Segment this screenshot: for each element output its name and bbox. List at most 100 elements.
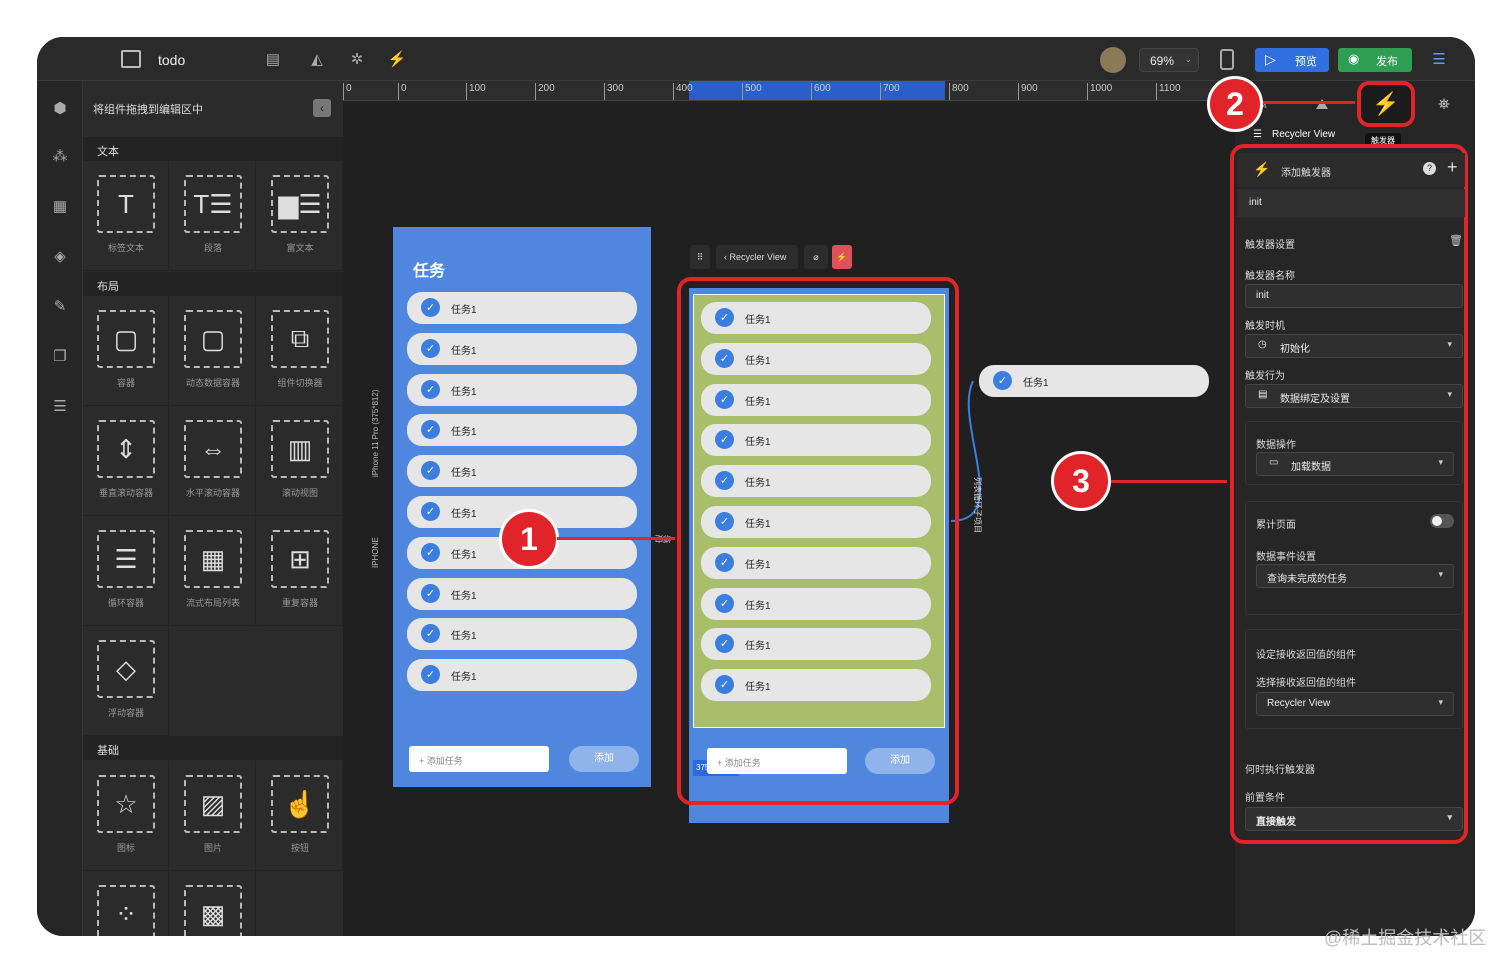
trigger-tab-init[interactable]: init	[1237, 189, 1465, 217]
trigger-settings-label: 触发器设置	[1245, 240, 1295, 251]
publish-button[interactable]: ◉ 发布	[1338, 48, 1412, 72]
hide-icon[interactable]: ⌀	[804, 245, 828, 269]
trigger-name-label: 触发器名称	[1245, 271, 1295, 282]
precondition-select[interactable]: 直接触发 ▾	[1245, 807, 1463, 831]
component-rich-text[interactable]: ▆☰ 富文本	[257, 161, 343, 271]
chevron-down-icon: ⌄	[1184, 54, 1192, 64]
data-op-select[interactable]: ▭ 加载数据 ▾	[1256, 452, 1454, 476]
components-icon[interactable]: ⁂	[49, 145, 71, 167]
plugin-icon[interactable]: ✲	[347, 49, 367, 69]
pin-icon[interactable]: ✎	[49, 295, 71, 317]
add-task-input[interactable]: + 添加任务	[409, 746, 549, 772]
component-button[interactable]: ☝ 按钮	[257, 761, 343, 871]
timing-select[interactable]: ◷ 初始化 ▾	[1245, 334, 1463, 358]
check-icon[interactable]: ✓	[421, 298, 440, 317]
grid-icon[interactable]: ▦	[49, 195, 71, 217]
component-loop-container[interactable]: ☰ 循环容器	[83, 516, 169, 626]
component-dynamic-container[interactable]: ▢ 动态数据容器	[170, 296, 256, 406]
ruler-tick: 800	[949, 83, 969, 100]
task-item[interactable]: ✓ 任务1	[407, 292, 637, 324]
help-icon[interactable]: ?	[1423, 162, 1436, 175]
collapse-panel-button[interactable]: ‹	[313, 99, 331, 117]
task-label: 任务1	[451, 386, 477, 398]
check-icon[interactable]: ✓	[421, 502, 440, 521]
trigger-name-input[interactable]: init	[1245, 284, 1463, 308]
component-flow-list[interactable]: ▦ 流式布局列表	[170, 516, 256, 626]
flash-icon[interactable]: ⚡	[387, 49, 407, 69]
check-icon[interactable]: ✓	[421, 338, 440, 358]
qrcode-icon: ▩	[184, 885, 242, 936]
scroll-view-icon: ▥	[271, 420, 329, 478]
precondition-value: 直接触发	[1256, 817, 1296, 828]
device-type: IPHONE	[371, 537, 380, 568]
layers-icon[interactable]: ◈	[49, 245, 71, 267]
component-vertical-scroll[interactable]: ⇕ 垂直滚动容器	[83, 406, 169, 516]
left-rail: ⬢ ⁂ ▦ ◈ ✎ ❐ ☰	[37, 81, 83, 936]
component-horizontal-scroll[interactable]: ⇔ 水平滚动容器	[170, 406, 256, 516]
theme-icon[interactable]: ◭	[307, 49, 327, 69]
device-icon[interactable]	[1220, 49, 1234, 70]
event-label: 数据事件设置	[1256, 552, 1316, 563]
task-item[interactable]: ✓ 任务1	[407, 332, 637, 365]
editor-canvas[interactable]: 0 0 100 200 300 400 500 600 700 800 900 1000 1100 iP…	[343, 81, 1235, 936]
task-item[interactable]: ✓ 任务1	[407, 618, 637, 651]
loop-item-template[interactable]: ✓ 任务1	[979, 365, 1209, 397]
component-image[interactable]: ▨ 图片	[170, 761, 256, 871]
component-scroll-view[interactable]: ▥ 滚动视图	[257, 406, 343, 516]
page-icon[interactable]: ▤	[263, 49, 283, 69]
extension-icon[interactable]: ⛯	[1427, 89, 1461, 119]
component-switcher[interactable]: ⧉ 组件切换器	[257, 296, 343, 406]
component-container[interactable]: ▢ 容器	[83, 296, 169, 406]
action-select[interactable]: ▤ 数据绑定及设置 ▾	[1245, 384, 1463, 408]
avatar[interactable]	[1100, 47, 1126, 73]
task-item[interactable]: ✓ 任务1	[407, 659, 637, 692]
check-icon[interactable]: ✓	[421, 665, 440, 685]
check-icon[interactable]: ✓	[421, 379, 440, 399]
check-icon[interactable]: ✓	[421, 542, 440, 562]
component-loading[interactable]: ⁘	[83, 871, 169, 936]
trigger-tab-icon[interactable]: ⚡	[1357, 81, 1415, 127]
chevron-down-icon: ▾	[1447, 339, 1452, 349]
component-icon[interactable]: ☆ 图标	[83, 761, 169, 871]
choose-select[interactable]: Recycler View ▾	[1256, 692, 1454, 716]
vertical-scroll-icon: ⇕	[97, 420, 155, 478]
component-label: 按钮	[290, 843, 309, 853]
container-icon: ▢	[97, 310, 155, 368]
action-value: 数据绑定及设置	[1280, 394, 1350, 405]
check-icon[interactable]: ✓	[421, 583, 440, 603]
sidebar-toggle-icon[interactable]	[121, 50, 141, 68]
pages-icon[interactable]: ❐	[49, 345, 71, 367]
layout-icon[interactable]: ⛰	[1305, 89, 1339, 119]
component-qrcode[interactable]: ▩	[170, 871, 256, 936]
preview-button[interactable]: ▷ 预览	[1255, 48, 1329, 72]
component-paragraph[interactable]: T☰ 段落	[170, 161, 256, 271]
annotation-2: 2	[1207, 76, 1263, 132]
trigger-flash-icon[interactable]: ⚡	[832, 245, 852, 269]
chevron-down-icon: ▾	[1447, 389, 1452, 399]
data-icon[interactable]: ☰	[49, 395, 71, 417]
event-select[interactable]: 查询未完成的任务 ▾	[1256, 564, 1454, 588]
component-panel: 将组件拖拽到编辑区中 ‹ 文本 布局 基础 T 标签文本 T☰ 段落 ▆☰ 富文本 ▢…	[83, 81, 343, 936]
component-repeat-container[interactable]: ⊞ 重复容器	[257, 516, 343, 626]
task-item[interactable]: ✓ 任务1	[407, 373, 637, 406]
zoom-select[interactable]: 69% ⌄	[1139, 48, 1199, 72]
cube-icon[interactable]: ⬢	[49, 97, 71, 119]
add-trigger-button[interactable]: +	[1447, 157, 1458, 178]
task-item[interactable]: ✓ 任务1	[407, 455, 637, 488]
check-icon[interactable]: ✓	[421, 420, 440, 440]
check-icon[interactable]: ✓	[421, 624, 440, 644]
trash-icon[interactable]: 🗑	[1449, 234, 1463, 247]
settings-sliders-icon[interactable]: ☰	[1428, 49, 1450, 69]
accumulate-toggle[interactable]	[1430, 514, 1454, 528]
component-label-text[interactable]: T 标签文本	[83, 161, 169, 271]
add-task-button[interactable]: 添加	[569, 746, 639, 772]
component-breadcrumb[interactable]: ‹ Recycler View	[716, 245, 798, 269]
top-toolbar: todo ▤ ◭ ✲ ⚡ 69% ⌄ ▷ 预览 ◉ 发布 ☰	[37, 37, 1475, 81]
drag-handle-icon[interactable]: ⠿	[690, 245, 710, 269]
task-item[interactable]: ✓ 任务1	[407, 414, 637, 447]
ruler-tick: 500	[742, 83, 762, 100]
data-op-value: 加载数据	[1291, 462, 1331, 473]
task-item[interactable]: ✓ 任务1	[407, 577, 637, 610]
check-icon[interactable]: ✓	[421, 461, 440, 481]
component-float-container[interactable]: ◇ 浮动容器	[83, 626, 169, 736]
